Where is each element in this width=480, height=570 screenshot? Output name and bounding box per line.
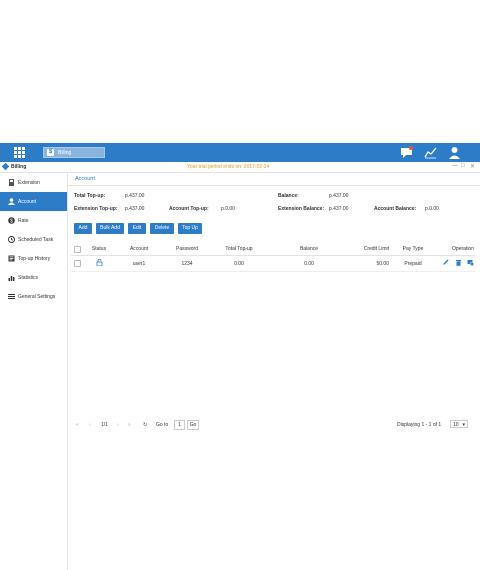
unlock-icon (96, 258, 102, 267)
status-cell (83, 255, 115, 272)
sidebar-item-rate[interactable]: $ Rate (0, 211, 67, 230)
next-page-icon[interactable]: › (117, 422, 119, 428)
select-all-checkbox[interactable] (71, 243, 83, 256)
account-balance-label: Account Balance: (374, 206, 417, 212)
billing-app-tab[interactable]: $ Billing (43, 147, 105, 158)
account-balance-value: p.0.00 (425, 206, 439, 212)
minimize-icon[interactable]: — (452, 163, 458, 169)
account-cell: user1 (115, 255, 163, 272)
total-topup-label: Total Top-up: (74, 193, 106, 199)
table-header-row: Status Account Password Total Top-up Bal… (71, 243, 475, 256)
chevron-down-icon: ▾ (462, 422, 465, 428)
total-topup-cell: 0.00 (211, 255, 267, 272)
sidebar-item-topup-history[interactable]: Top-up History (0, 249, 67, 268)
page-size-select[interactable]: 10 ▾ (450, 420, 468, 428)
total-topup-value: p.437.00 (125, 193, 145, 199)
main-panel: Account Total Top-up: p.437.00 Balance: … (68, 173, 480, 570)
topup-icon[interactable] (467, 259, 475, 267)
sidebar-item-account[interactable]: Account (0, 192, 67, 211)
balance-cell: 0.00 (267, 255, 351, 272)
billing-tab-icon: $ (47, 149, 54, 156)
extension-topup-label: Extension Top-up: (74, 206, 118, 212)
close-icon[interactable]: ✕ (470, 163, 475, 170)
sidebar-item-general-settings[interactable]: General Settings (0, 287, 67, 306)
extension-balance-label: Extension Balance: (278, 206, 325, 212)
password-cell: 1234 (163, 255, 211, 272)
operation-cell (435, 255, 475, 272)
billing-tab-label: Billing (58, 150, 72, 156)
page-info: 1/1 (101, 422, 108, 428)
tab-divider (68, 185, 480, 186)
edit-icon[interactable] (442, 259, 449, 266)
header-operation: Operation (435, 243, 475, 256)
edit-button[interactable]: Edit (128, 223, 146, 234)
add-button[interactable]: Add (74, 223, 92, 234)
window-title: Billing (11, 164, 27, 170)
window-title-bar: Billing Your trial period ends on: 2017-… (0, 162, 480, 173)
message-icon[interactable] (400, 146, 413, 159)
goto-label: Go to (156, 422, 169, 428)
accounts-table: Status Account Password Total Top-up Bal… (71, 243, 475, 272)
statistics-icon (8, 276, 15, 281)
table-row[interactable]: user1 1234 0.00 0.00 50.00 Prepaid (71, 255, 475, 272)
account-icon (8, 198, 15, 205)
sidebar-item-statistics[interactable]: Statistics (0, 268, 67, 287)
account-topup-value: p.0.00 (221, 206, 235, 212)
delete-button[interactable]: Delete (150, 223, 174, 234)
top-up-button[interactable]: Top Up (178, 223, 202, 234)
sidebar: Extension Account $ Rate Scheduled Task … (0, 173, 68, 570)
credit-limit-cell: 50.00 (351, 255, 391, 272)
trial-notice: Your trial period ends on: 2017-02-24 (187, 164, 270, 170)
chart-icon[interactable] (424, 146, 437, 159)
header-account[interactable]: Account (115, 243, 163, 256)
extension-icon (9, 179, 14, 186)
balance-value: p.437.00 (329, 193, 349, 199)
first-page-icon[interactable]: « (76, 422, 79, 428)
extension-topup-value: p.437.00 (125, 206, 145, 212)
row-checkbox[interactable] (71, 255, 83, 272)
refresh-icon[interactable]: ↻ (143, 422, 147, 428)
settings-icon (8, 294, 15, 299)
history-icon (8, 255, 15, 262)
last-page-icon[interactable]: » (128, 422, 131, 428)
billing-logo-icon (1, 162, 10, 171)
user-icon[interactable] (448, 146, 461, 159)
extension-balance-value: p.437.00 (329, 206, 349, 212)
svg-text:$: $ (10, 218, 13, 224)
goto-page-input[interactable]: 1 (174, 420, 185, 430)
header-pay-type[interactable]: Pay Type (391, 243, 435, 256)
header-balance[interactable]: Balance (267, 243, 351, 256)
pay-type-cell: Prepaid (391, 255, 435, 272)
balance-label: Balance: (278, 193, 299, 199)
header-total-topup[interactable]: Total Top-up (211, 243, 267, 256)
bulk-add-button[interactable]: Bulk Add (96, 223, 124, 234)
clock-icon (8, 236, 15, 243)
go-button[interactable]: Go (187, 420, 199, 430)
account-topup-label: Account Top-up: (169, 206, 209, 212)
sidebar-item-scheduled-task[interactable]: Scheduled Task (0, 230, 67, 249)
header-status[interactable]: Status (83, 243, 115, 256)
rate-icon: $ (8, 217, 15, 224)
sidebar-item-extension[interactable]: Extension (0, 173, 67, 192)
app-grid-icon[interactable] (14, 147, 25, 158)
displaying-info: Displaying 1 - 1 of 1 (397, 422, 442, 428)
header-credit-limit[interactable]: Credit Limit (351, 243, 391, 256)
maximize-icon[interactable]: □ (461, 163, 465, 169)
prev-page-icon[interactable]: ‹ (89, 422, 91, 428)
pager: « ‹ 1/1 › » ↻ Go to 1 Go Displaying 1 - … (68, 419, 480, 431)
top-bar: $ Billing (0, 143, 480, 162)
header-password[interactable]: Password (163, 243, 211, 256)
delete-icon[interactable] (455, 259, 462, 266)
